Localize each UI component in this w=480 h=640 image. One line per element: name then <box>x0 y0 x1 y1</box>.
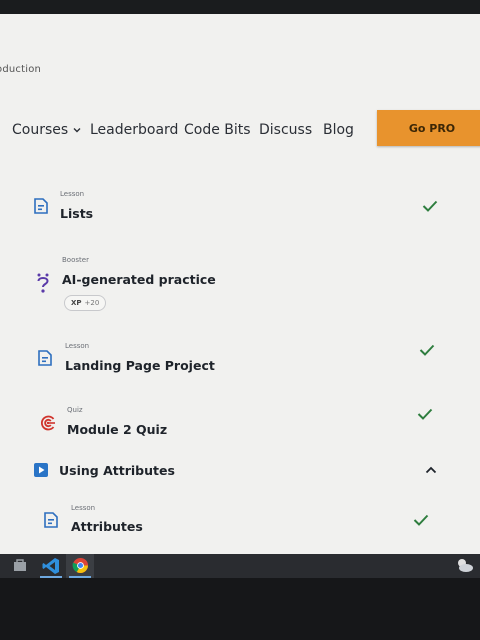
chevron-down-icon <box>73 128 81 133</box>
item-title: Landing Page Project <box>65 358 215 373</box>
item-kind: Lesson <box>71 504 96 512</box>
item-kind: Lesson <box>65 342 90 350</box>
question-icon <box>37 273 49 293</box>
breadcrumb[interactable]: oduction <box>0 64 41 75</box>
xp-label: XP <box>71 299 82 307</box>
weather-icon[interactable] <box>454 557 474 573</box>
item-kind: Booster <box>62 256 89 264</box>
lesson-icon <box>34 198 48 214</box>
check-icon <box>413 514 429 526</box>
nav-courses[interactable]: Courses <box>12 122 82 138</box>
item-title: Lists <box>60 206 94 221</box>
nav-discuss[interactable]: Discuss <box>259 122 312 138</box>
lesson-icon <box>38 350 52 366</box>
chevron-up-icon[interactable] <box>425 466 437 474</box>
list-item[interactable]: Lesson Attributes <box>44 504 464 544</box>
item-title: AI-generated practice <box>62 272 216 287</box>
nav-leaderboard[interactable]: Leaderboard <box>90 122 178 138</box>
check-icon <box>419 344 435 356</box>
list-item[interactable]: Lesson Lists <box>34 188 454 228</box>
item-kind: Lesson <box>60 190 85 198</box>
nav-courses-label: Courses <box>12 122 69 138</box>
section-title: Using Attributes <box>59 463 175 478</box>
list-item[interactable]: Quiz Module 2 Quiz <box>40 405 460 445</box>
lesson-icon <box>44 512 58 528</box>
item-kind: Quiz <box>67 406 83 414</box>
xp-badge: XP +20 <box>64 295 107 311</box>
check-icon <box>422 200 438 212</box>
chrome-icon[interactable] <box>72 557 89 574</box>
store-icon[interactable] <box>12 557 28 573</box>
play-square-icon <box>34 463 48 477</box>
taskbar <box>0 554 480 578</box>
item-title: Module 2 Quiz <box>67 422 168 437</box>
item-title: Attributes <box>71 519 143 534</box>
xp-value: +20 <box>84 299 100 307</box>
monitor-bezel <box>0 578 480 640</box>
vscode-icon[interactable] <box>42 557 60 575</box>
check-icon <box>417 408 433 420</box>
browser-page: oduction Courses Leaderboard Code Bits D… <box>0 14 480 554</box>
nav-blog[interactable]: Blog <box>323 122 354 138</box>
go-pro-button[interactable]: Go PRO <box>377 110 480 146</box>
target-icon <box>40 415 55 431</box>
list-item[interactable]: Lesson Landing Page Project <box>38 341 458 381</box>
nav-code-bits[interactable]: Code Bits <box>184 122 251 138</box>
